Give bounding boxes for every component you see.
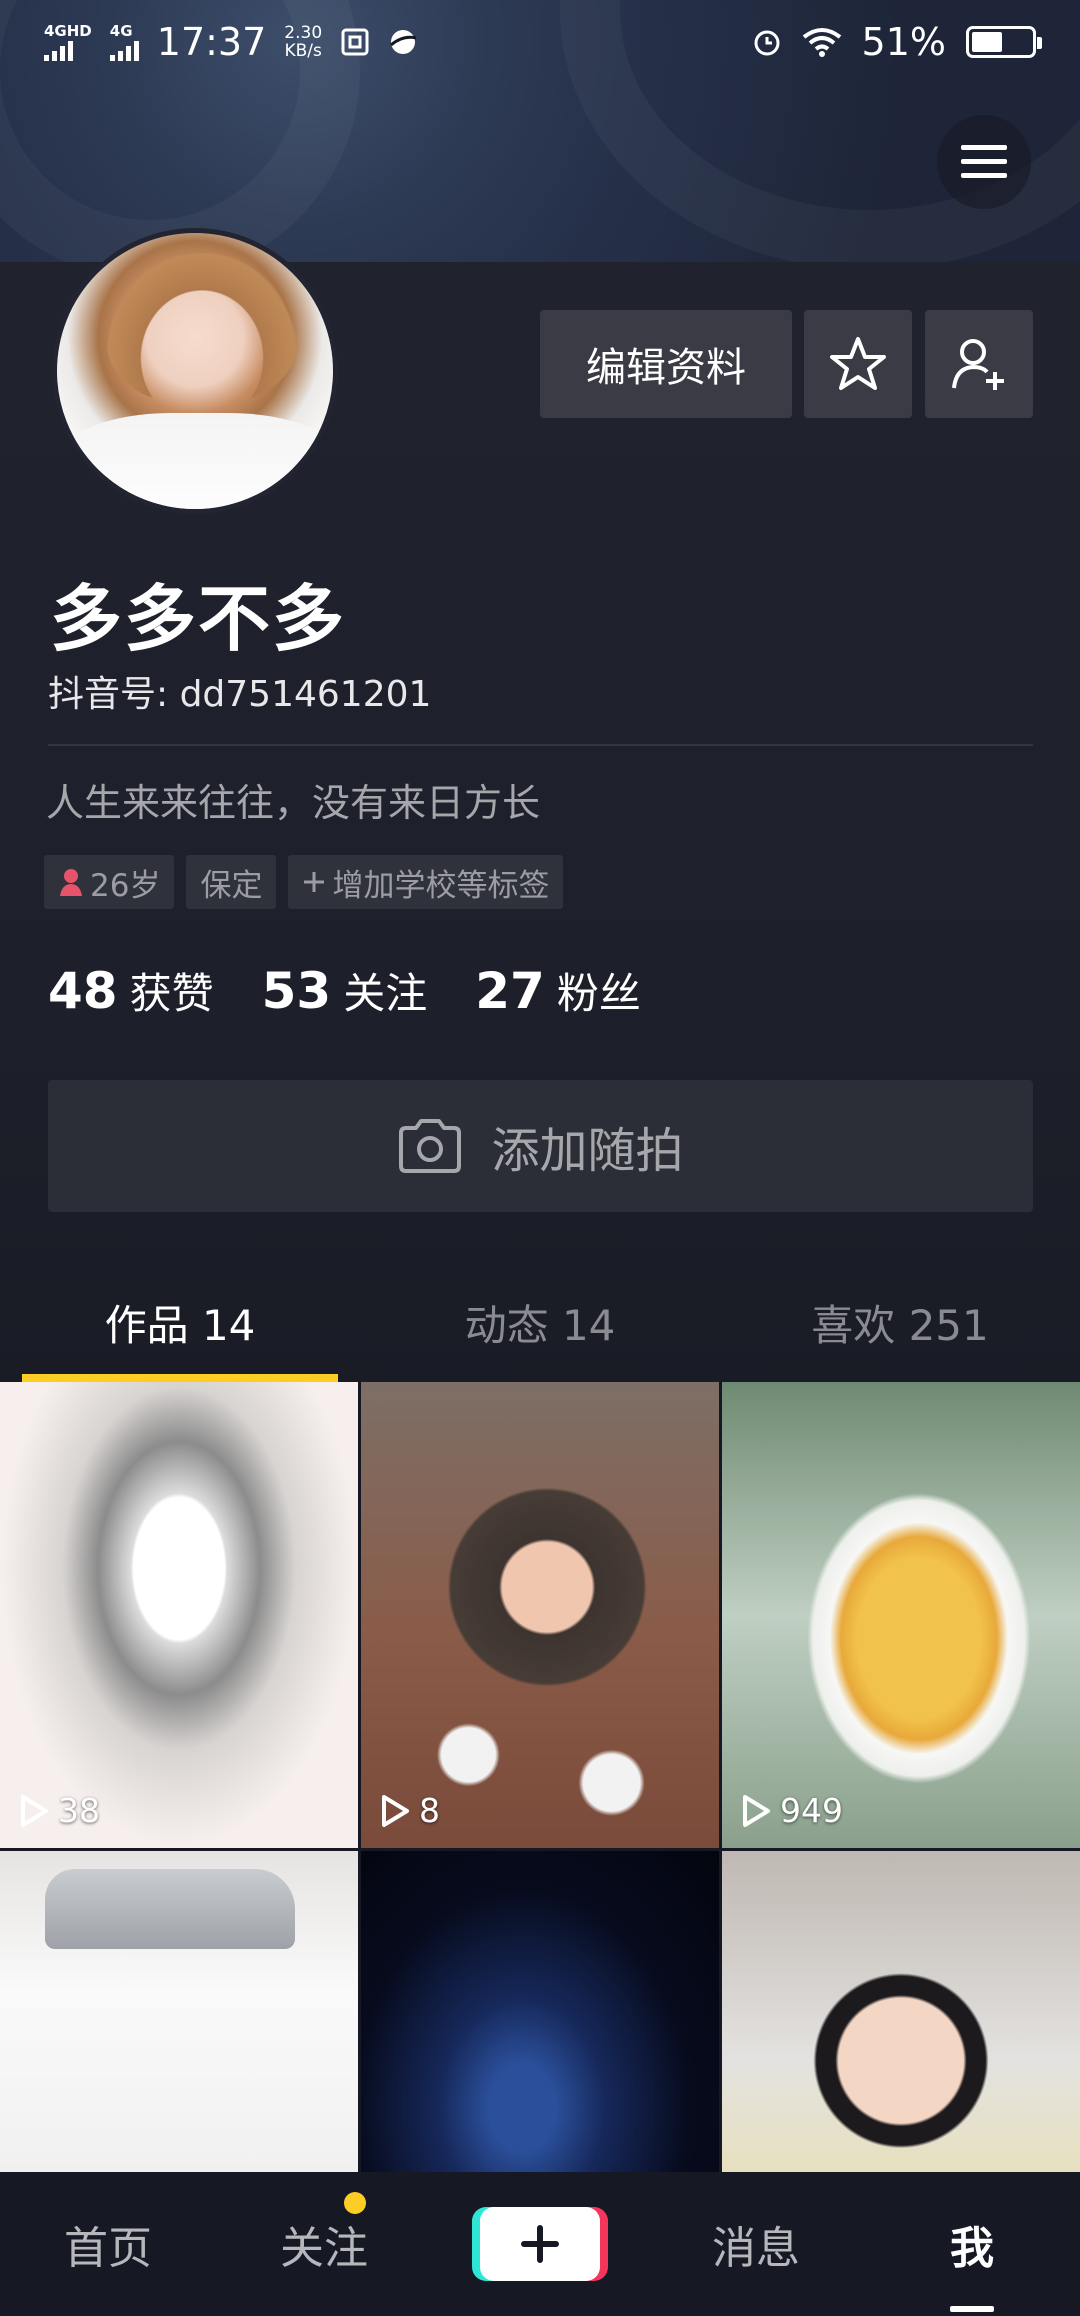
nav-home[interactable]: 首页 — [0, 2212, 216, 2276]
nav-me[interactable]: 我 — [864, 2212, 1080, 2312]
browser-icon — [390, 30, 417, 54]
profile-tags: 26岁 保定 增加学校等标签 — [44, 855, 564, 909]
network-indicator-2: 4G — [109, 23, 139, 61]
play-count: 949 — [740, 1791, 843, 1830]
avatar[interactable] — [52, 228, 338, 514]
network-indicator-1: 4GHD — [44, 23, 92, 61]
create-video-button[interactable] — [480, 2207, 600, 2281]
clock: 17:37 — [156, 20, 267, 64]
camera-icon — [399, 1119, 462, 1173]
play-icon — [21, 1794, 48, 1827]
following-stat[interactable]: 53 关注 — [262, 960, 428, 1021]
nav-messages[interactable]: 消息 — [648, 2212, 864, 2276]
star-icon — [830, 337, 886, 390]
add-friend-button[interactable] — [925, 310, 1033, 418]
battery-percent: 51% — [861, 20, 946, 64]
nav-follow[interactable]: 关注 — [216, 2192, 432, 2276]
content-tabs: 作品 14 动态 14 喜欢 251 — [0, 1262, 1080, 1382]
wifi-icon — [802, 28, 841, 57]
network-speed: 2.30 KB/s — [284, 23, 323, 61]
notification-dot — [344, 2192, 366, 2214]
female-icon — [60, 869, 82, 896]
profile-stats: 48 获赞 53 关注 27 粉丝 — [48, 960, 641, 1021]
play-icon — [382, 1794, 409, 1827]
alarm-icon — [754, 30, 780, 56]
bottom-nav: 首页 关注 消息 我 — [0, 2172, 1080, 2316]
tab-moments[interactable]: 动态 14 — [360, 1262, 720, 1382]
edit-profile-button[interactable]: 编辑资料 — [540, 310, 792, 418]
video-thumbnail[interactable]: 8 — [361, 1382, 719, 1848]
battery-icon — [966, 26, 1042, 58]
status-bar: 4GHD 4G 17:37 2.30 KB/s 51% — [0, 0, 1080, 84]
add-tag-button[interactable]: 增加学校等标签 — [288, 855, 564, 909]
screenshot-icon — [341, 28, 369, 56]
video-thumbnail[interactable]: 38 — [0, 1382, 358, 1848]
nav-create[interactable] — [432, 2207, 648, 2281]
tab-likes[interactable]: 喜欢 251 — [720, 1262, 1080, 1382]
plus-icon — [521, 2225, 559, 2263]
menu-button[interactable] — [937, 115, 1031, 209]
age-tag[interactable]: 26岁 — [44, 855, 175, 909]
plus-icon — [304, 872, 325, 892]
add-snap-button[interactable]: 添加随拍 — [48, 1080, 1033, 1212]
douyin-id[interactable]: 抖音号: dd751461201 — [48, 665, 431, 717]
video-thumbnail[interactable]: 949 — [722, 1382, 1080, 1848]
add-user-icon — [952, 339, 1004, 390]
nickname: 多多不多 — [50, 577, 347, 661]
followers-stat[interactable]: 27 粉丝 — [475, 960, 641, 1021]
play-count: 38 — [18, 1791, 100, 1830]
tab-works[interactable]: 作品 14 — [0, 1262, 360, 1382]
divider — [48, 744, 1033, 746]
play-icon — [743, 1794, 770, 1827]
likes-stat[interactable]: 48 获赞 — [48, 960, 214, 1021]
bio[interactable]: 人生来来往往，没有来日方长 — [46, 772, 540, 827]
city-tag[interactable]: 保定 — [186, 855, 277, 909]
play-count: 8 — [379, 1791, 440, 1830]
hamburger-icon — [961, 145, 1007, 178]
favorites-button[interactable] — [804, 310, 912, 418]
